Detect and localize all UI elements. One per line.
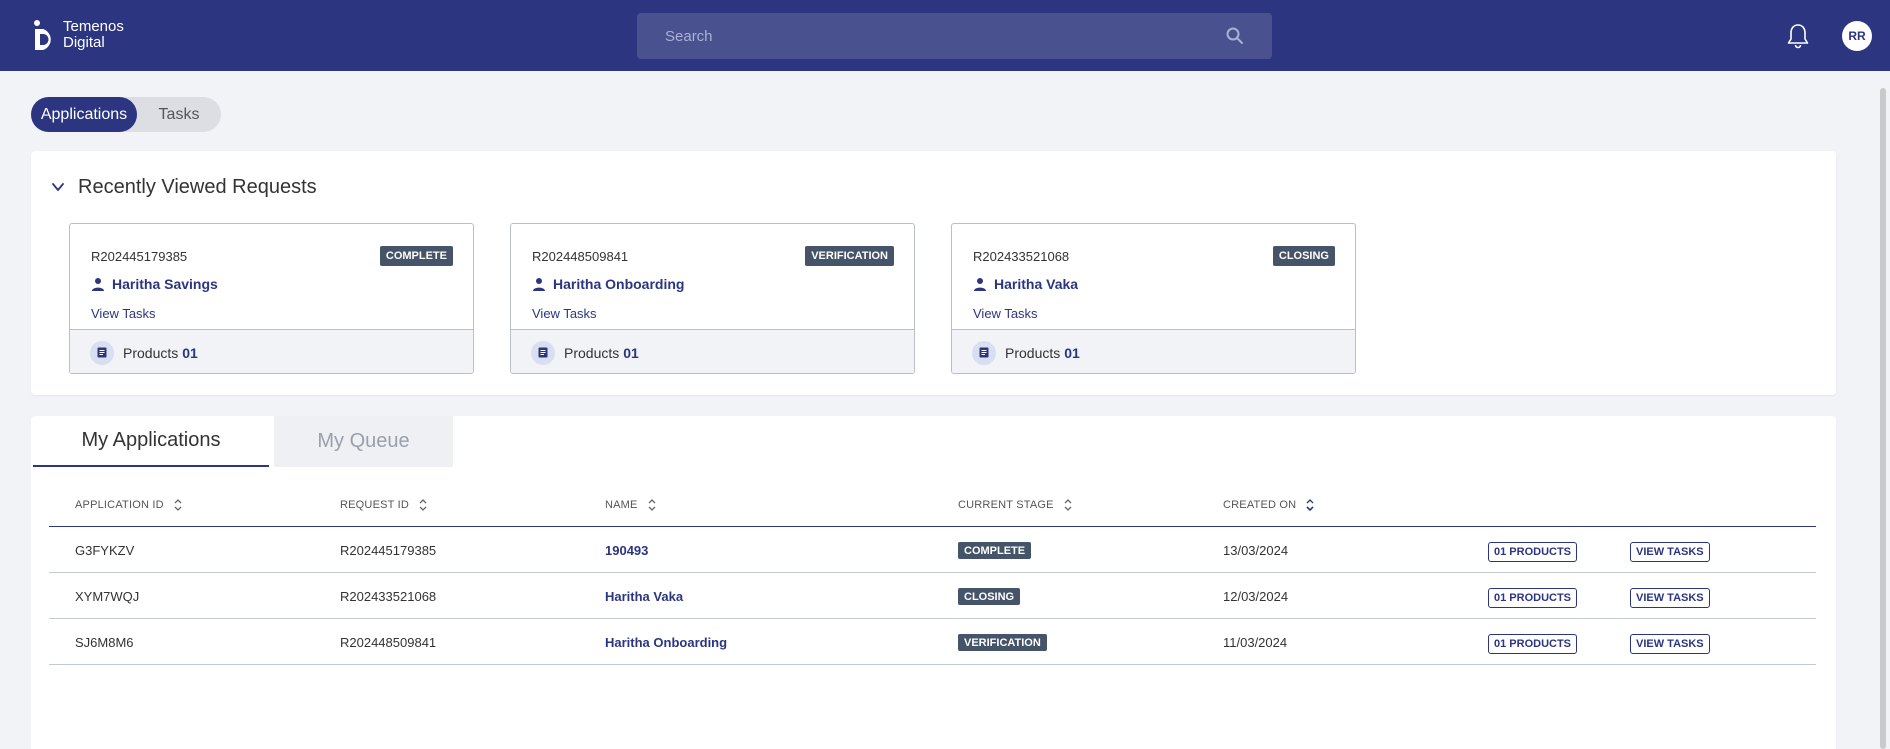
temenos-logo[interactable]: Temenos Digital — [33, 19, 124, 51]
column-header-created-on[interactable]: CREATED ON — [1223, 498, 1315, 512]
cell-created-on: 13/03/2024 — [1223, 543, 1289, 558]
cell-name-link[interactable]: 190493 — [605, 543, 648, 558]
recently-viewed-title: Recently Viewed Requests — [78, 176, 317, 198]
toggle-tasks[interactable]: Tasks — [137, 97, 221, 132]
sort-icon[interactable] — [1305, 498, 1315, 512]
cell-created-on: 11/03/2024 — [1223, 635, 1288, 650]
search-input[interactable] — [637, 13, 1197, 59]
logo-text: Temenos Digital — [63, 19, 124, 51]
bell-icon[interactable] — [1784, 22, 1812, 50]
cell-application-id: XYM7WQJ — [75, 589, 140, 604]
sort-icon[interactable] — [173, 498, 183, 512]
column-header-label: CREATED ON — [1223, 499, 1297, 511]
column-header-label: NAME — [605, 499, 638, 511]
card-view-tasks-link[interactable]: View Tasks — [973, 306, 1038, 321]
view-toggle: Applications Tasks — [31, 97, 221, 132]
view-tasks-button[interactable]: VIEW TASKS — [1630, 588, 1710, 608]
page-scrollbar[interactable] — [1880, 88, 1886, 749]
card-request-id: R202448509841 — [532, 249, 629, 264]
column-header-label: REQUEST ID — [340, 499, 410, 511]
search-box — [637, 13, 1272, 59]
cell-name-link[interactable]: Haritha Onboarding — [605, 635, 727, 650]
search-icon[interactable] — [1225, 26, 1245, 46]
temenos-logo-icon — [34, 20, 51, 50]
card-view-tasks-link[interactable]: View Tasks — [91, 306, 156, 321]
card-products-footer: Products 01 — [952, 329, 1355, 373]
person-icon — [92, 278, 104, 291]
sort-icon[interactable] — [647, 498, 657, 512]
card-customer-name-text: Haritha Savings — [112, 276, 218, 292]
cell-request-id: R202448509841 — [340, 635, 437, 650]
card-products-count: 01 — [623, 344, 639, 361]
document-icon — [972, 340, 996, 365]
person-icon — [974, 278, 986, 291]
card-customer-name-text: Haritha Onboarding — [553, 276, 685, 292]
cell-request-id: R202445179385 — [340, 543, 437, 558]
logo-line-2: Digital — [63, 34, 105, 51]
toggle-applications[interactable]: Applications — [31, 97, 137, 132]
document-icon — [531, 340, 555, 365]
products-button[interactable]: 01 PRODUCTS — [1488, 634, 1578, 654]
cell-name-link[interactable]: Haritha Vaka — [605, 589, 683, 604]
view-tasks-button[interactable]: VIEW TASKS — [1630, 542, 1710, 562]
cell-request-id: R202433521068 — [340, 589, 437, 604]
sort-icon[interactable] — [418, 498, 428, 512]
cell-stage-badge: CLOSING — [958, 588, 1021, 605]
card-products-label: Products — [564, 344, 620, 361]
card-products-count: 01 — [182, 344, 198, 361]
table-row[interactable]: XYM7WQJ R202433521068 Haritha Vaka CLOSI… — [49, 573, 1816, 619]
column-header-name[interactable]: NAME — [605, 498, 657, 512]
card-request-id: R202445179385 — [91, 249, 188, 264]
person-icon — [533, 278, 545, 291]
tab-my-queue[interactable]: My Queue — [274, 416, 453, 467]
table-row[interactable]: G3FYKZV R202445179385 190493 COMPLETE 13… — [49, 527, 1816, 573]
request-card[interactable]: R202445179385 COMPLETE Haritha Savings V… — [69, 223, 474, 374]
view-tasks-button[interactable]: VIEW TASKS — [1630, 634, 1710, 654]
column-header-current-stage[interactable]: CURRENT STAGE — [958, 498, 1073, 512]
card-stage-badge: VERIFICATION — [805, 246, 894, 266]
card-products-count: 01 — [1064, 344, 1080, 361]
document-icon — [90, 340, 114, 365]
card-customer-name[interactable]: Haritha Savings — [91, 276, 218, 292]
card-products-footer: Products 01 — [511, 329, 914, 373]
request-card[interactable]: R202448509841 VERIFICATION Haritha Onboa… — [510, 223, 915, 374]
top-navigation-bar: Temenos Digital RR — [0, 0, 1890, 71]
products-button[interactable]: 01 PRODUCTS — [1488, 588, 1578, 608]
card-stage-badge: CLOSING — [1272, 246, 1335, 266]
card-customer-name[interactable]: Haritha Vaka — [973, 276, 1078, 292]
applications-panel: My Applications My Queue APPLICATION ID … — [31, 416, 1836, 749]
column-header-label: CURRENT STAGE — [958, 499, 1054, 511]
card-view-tasks-link[interactable]: View Tasks — [532, 306, 597, 321]
request-card[interactable]: R202433521068 CLOSING Haritha Vaka View … — [951, 223, 1356, 374]
column-header-application-id[interactable]: APPLICATION ID — [75, 498, 183, 512]
cell-application-id: G3FYKZV — [75, 543, 135, 558]
column-header-request-id[interactable]: REQUEST ID — [340, 498, 428, 512]
card-customer-name[interactable]: Haritha Onboarding — [532, 276, 684, 292]
card-products-label: Products — [1005, 344, 1061, 361]
cell-application-id: SJ6M8M6 — [75, 635, 134, 650]
logo-line-1: Temenos — [63, 18, 124, 35]
products-button[interactable]: 01 PRODUCTS — [1488, 542, 1578, 562]
recently-viewed-panel: Recently Viewed Requests R202445179385 C… — [31, 151, 1836, 395]
card-stage-badge: COMPLETE — [379, 246, 453, 266]
user-avatar[interactable]: RR — [1842, 21, 1872, 51]
column-header-label: APPLICATION ID — [75, 499, 164, 511]
table-row[interactable]: SJ6M8M6 R202448509841 Haritha Onboarding… — [49, 619, 1816, 665]
card-products-footer: Products 01 — [70, 329, 473, 373]
card-request-id: R202433521068 — [973, 249, 1070, 264]
card-products-label: Products — [123, 344, 179, 361]
cell-stage-badge: VERIFICATION — [958, 634, 1047, 651]
card-customer-name-text: Haritha Vaka — [994, 276, 1079, 292]
cell-stage-badge: COMPLETE — [958, 542, 1032, 559]
cell-created-on: 12/03/2024 — [1223, 589, 1289, 604]
sort-icon[interactable] — [1063, 498, 1073, 512]
tab-my-applications[interactable]: My Applications — [33, 416, 269, 467]
chevron-down-icon[interactable] — [50, 179, 66, 195]
